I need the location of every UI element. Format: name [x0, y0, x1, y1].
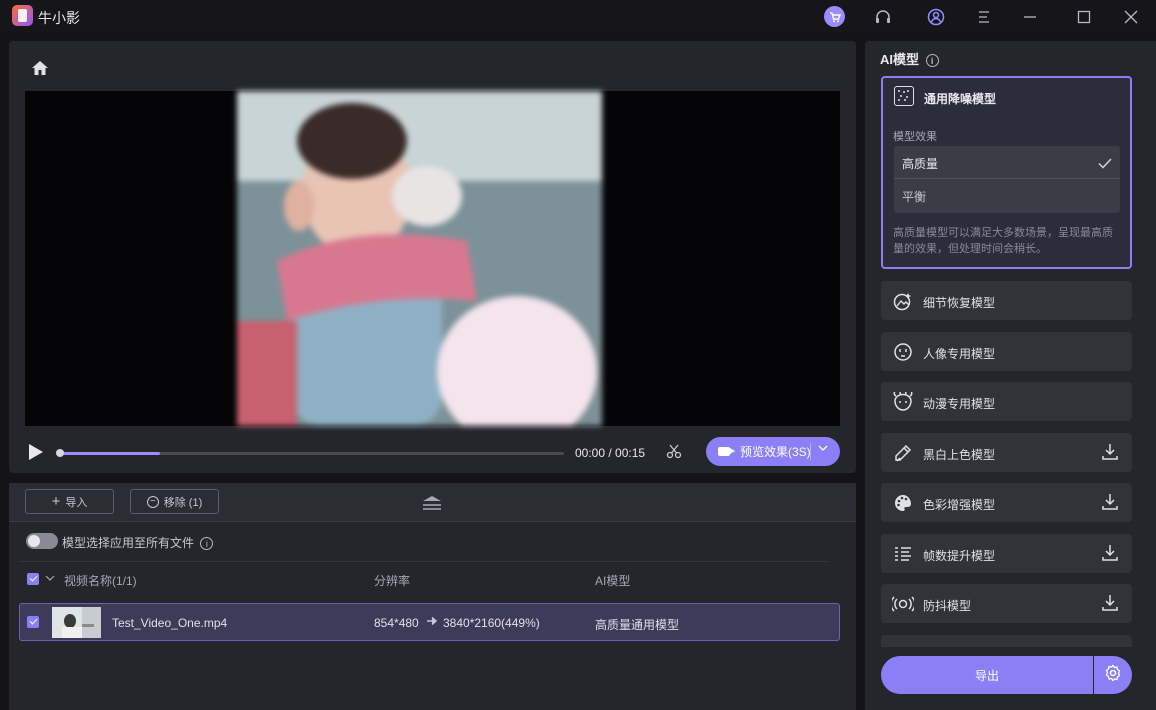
remove-label: 移除 (1)	[163, 496, 203, 509]
video-thumbnail	[52, 607, 101, 638]
portrait-icon	[892, 341, 914, 363]
stabilize-icon	[892, 593, 914, 615]
effect-label: 模型效果	[893, 131, 937, 143]
resolution-to: 3840*2160(449%)	[443, 616, 540, 630]
maximize-icon[interactable]	[1073, 6, 1095, 28]
model-label: 防抖模型	[923, 599, 972, 613]
scissors-icon[interactable]	[666, 443, 682, 464]
import-button[interactable]: + 导入	[25, 489, 114, 514]
ai-model-sidebar: AI模型 i 通用降噪模型 模型效果 高质量 平衡 高质量模型可以满足大多数场景…	[865, 41, 1156, 710]
remove-button[interactable]: − 移除 (1)	[130, 489, 219, 514]
model-card-frames[interactable]: 帧数提升模型	[881, 534, 1132, 573]
title-bar: 牛小影	[0, 0, 1156, 32]
model-card-colorize[interactable]: 黑白上色模型	[881, 433, 1132, 472]
app-logo	[12, 5, 33, 26]
column-header-model: AI模型	[595, 574, 631, 588]
model-label: 人像专用模型	[923, 347, 996, 361]
chevron-down-icon[interactable]	[45, 570, 55, 588]
option-balanced[interactable]: 平衡	[902, 188, 926, 205]
preview-panel: 00:00 / 00:15 预览效果(3S)	[9, 41, 856, 473]
info-icon[interactable]: i	[925, 54, 939, 68]
apply-all-label: 模型选择应用至所有文件 i	[62, 534, 214, 551]
video-player[interactable]	[25, 91, 840, 426]
download-icon[interactable]	[1102, 443, 1118, 461]
import-label: 导入	[65, 496, 88, 509]
minimize-icon[interactable]	[1019, 6, 1041, 28]
download-icon[interactable]	[1102, 493, 1118, 511]
select-all-checkbox[interactable]	[27, 573, 39, 585]
row-model: 高质量通用模型	[595, 618, 680, 632]
check-icon	[1098, 156, 1112, 174]
minus-circle-icon: −	[146, 495, 159, 508]
home-icon[interactable]	[30, 58, 50, 78]
sidebar-title: AI模型 i	[880, 49, 939, 68]
model-card-denoise[interactable]: 通用降噪模型 模型效果 高质量 平衡 高质量模型可以满足大多数场景，呈现最高质量…	[881, 76, 1132, 269]
resolution-from: 854*480	[374, 616, 419, 630]
model-label: 动漫专用模型	[923, 397, 996, 411]
model-card-stabilize[interactable]: 防抖模型	[881, 584, 1132, 623]
noise-icon	[894, 86, 914, 106]
video-frame-image	[237, 91, 602, 426]
info-icon[interactable]: i	[200, 537, 214, 551]
anime-icon	[892, 391, 914, 413]
table-row[interactable]: Test_Video_One.mp4 854*480 3840*2160(449…	[19, 603, 840, 641]
model-card-anime[interactable]: 动漫专用模型	[881, 382, 1132, 421]
download-icon[interactable]	[1102, 544, 1118, 562]
preview-effect-button[interactable]: 预览效果(3S)	[706, 437, 840, 466]
progress-fill	[59, 452, 160, 455]
row-checkbox[interactable]	[27, 616, 39, 628]
menu-icon[interactable]	[973, 6, 995, 28]
arrow-right-icon	[426, 615, 438, 630]
time-display: 00:00 / 00:15	[575, 446, 646, 460]
model-label: 色彩增强模型	[923, 498, 996, 512]
progress-bar[interactable]	[56, 449, 564, 457]
cart-icon[interactable]	[824, 6, 845, 27]
file-name: Test_Video_One.mp4	[112, 616, 228, 630]
close-icon[interactable]	[1120, 6, 1142, 28]
file-list-panel: + 导入 − 移除 (1) 模型选择应用至所有文件 i 视频名称(1/1) 分辨…	[9, 483, 856, 710]
frames-icon	[892, 543, 914, 565]
model-card-detail[interactable]: 细节恢复模型	[881, 281, 1132, 320]
play-button[interactable]	[29, 444, 43, 460]
preview-effect-label: 预览效果(3S)	[740, 445, 811, 459]
export-button[interactable]: 导出	[881, 656, 1093, 694]
detail-icon	[892, 290, 914, 312]
app-title: 牛小影	[38, 10, 80, 26]
gear-icon	[1104, 664, 1122, 687]
camera-icon	[718, 447, 735, 456]
model-label: 黑白上色模型	[923, 448, 996, 462]
model-card-color-enhance[interactable]: 色彩增强模型	[881, 483, 1132, 522]
apply-all-toggle[interactable]	[26, 533, 58, 549]
download-icon[interactable]	[1102, 594, 1118, 612]
model-card-portrait[interactable]: 人像专用模型	[881, 332, 1132, 371]
column-header-name[interactable]: 视频名称(1/1)	[64, 572, 137, 589]
settings-button[interactable]	[1094, 656, 1132, 694]
model-label: 细节恢复模型	[923, 296, 996, 310]
colorize-icon	[892, 442, 914, 464]
column-header-resolution: 分辨率	[374, 574, 411, 588]
collapse-panel-icon[interactable]	[421, 495, 443, 511]
progress-handle[interactable]	[56, 449, 64, 457]
model-description: 高质量模型可以满足大多数场景，呈现最高质量的效果，但处理时间会稍长。	[893, 227, 1113, 255]
option-high-quality[interactable]: 高质量	[894, 146, 1120, 179]
active-model-name: 通用降噪模型	[924, 92, 997, 106]
chevron-down-icon[interactable]	[818, 443, 828, 456]
model-card-partial[interactable]	[881, 635, 1132, 647]
user-icon[interactable]	[925, 6, 947, 28]
effect-options: 高质量 平衡	[894, 146, 1120, 213]
headset-icon[interactable]	[872, 6, 894, 28]
file-toolbar: + 导入 − 移除 (1)	[9, 483, 856, 522]
palette-icon	[892, 492, 914, 514]
model-label: 帧数提升模型	[923, 549, 996, 563]
plus-icon: +	[51, 493, 61, 510]
